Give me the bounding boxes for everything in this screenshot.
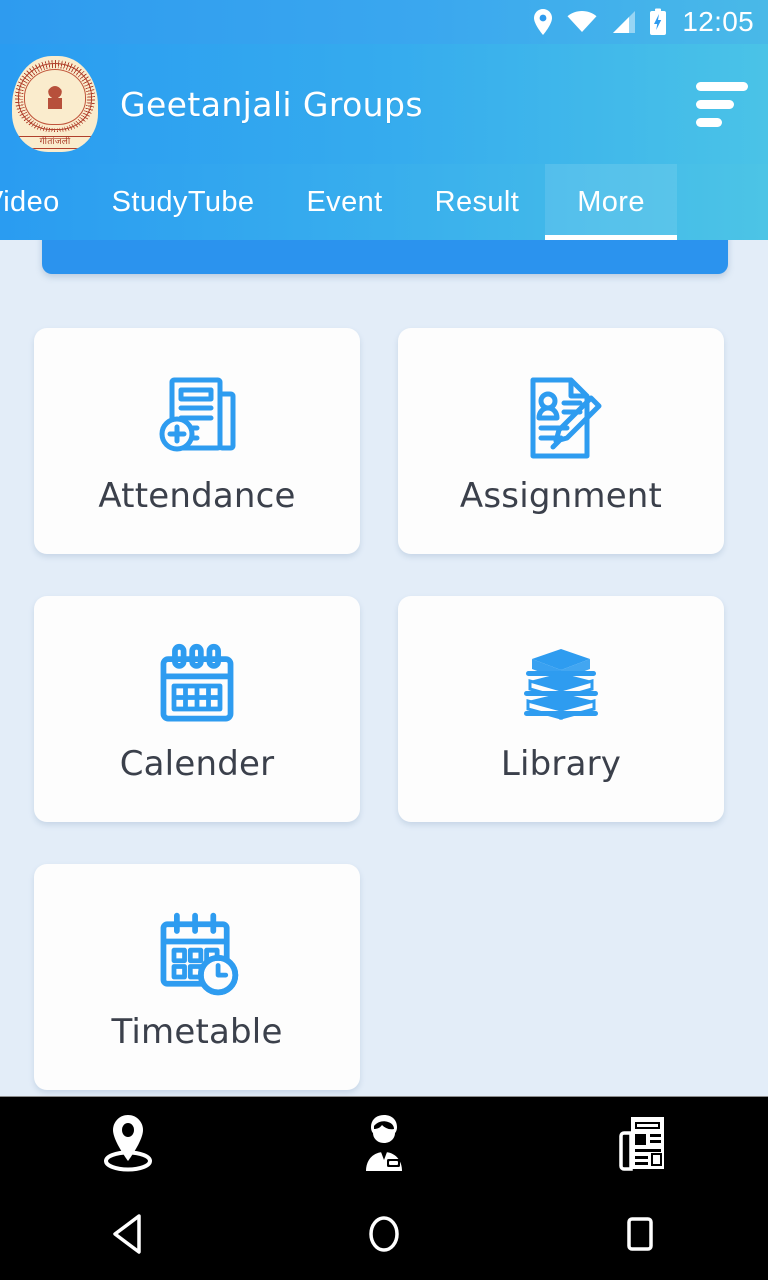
calendar-icon bbox=[151, 634, 243, 738]
main-content: Attendance Assignment Calender Library T… bbox=[0, 240, 768, 1096]
location-pin-icon bbox=[532, 8, 554, 36]
cellular-signal-icon bbox=[610, 10, 636, 34]
menu-card-library[interactable]: Library bbox=[398, 596, 724, 822]
newspaper-icon bbox=[611, 1113, 669, 1177]
menu-card-label: Calender bbox=[119, 744, 275, 784]
tab-result[interactable]: Result bbox=[409, 164, 546, 240]
tab-more[interactable]: More bbox=[545, 164, 677, 240]
bottom-nav-news[interactable] bbox=[512, 1113, 768, 1177]
battery-charging-icon bbox=[649, 8, 667, 36]
recents-square-icon bbox=[620, 1212, 660, 1260]
page-title: Geetanjali Groups bbox=[120, 84, 423, 124]
home-circle-icon bbox=[364, 1212, 404, 1260]
bottom-nav-bar bbox=[0, 1096, 768, 1192]
books-stack-icon bbox=[512, 634, 610, 738]
attendance-document-icon bbox=[149, 366, 245, 470]
promo-banner[interactable] bbox=[42, 240, 728, 274]
tab-event[interactable]: Event bbox=[280, 164, 408, 240]
tab-studytube[interactable]: StudyTube bbox=[86, 164, 281, 240]
geetanjali-logo: गीतांजली bbox=[12, 56, 98, 152]
menu-card-timetable[interactable]: Timetable bbox=[34, 864, 360, 1090]
logo-caption: गीतांजली bbox=[19, 136, 91, 149]
recents-button[interactable] bbox=[512, 1212, 768, 1260]
menu-card-assignment[interactable]: Assignment bbox=[398, 328, 724, 554]
menu-card-label: Attendance bbox=[98, 476, 296, 516]
location-pin-icon bbox=[99, 1112, 157, 1178]
teacher-person-icon bbox=[356, 1113, 412, 1177]
hamburger-menu-icon[interactable] bbox=[694, 78, 750, 130]
menu-card-attendance[interactable]: Attendance bbox=[34, 328, 360, 554]
menu-card-label: Timetable bbox=[111, 1012, 283, 1052]
bottom-nav-location[interactable] bbox=[0, 1112, 256, 1178]
timetable-clock-icon bbox=[149, 902, 245, 1006]
back-triangle-icon bbox=[108, 1212, 148, 1260]
menu-card-label: Library bbox=[500, 744, 622, 784]
wifi-icon bbox=[567, 10, 597, 34]
bottom-nav-teacher[interactable] bbox=[256, 1113, 512, 1177]
app-root: 12:05 गीतांजली Geetanjali Groups Video S… bbox=[0, 0, 768, 1280]
system-nav-bar bbox=[0, 1192, 768, 1280]
menu-grid: Attendance Assignment Calender Library T… bbox=[0, 328, 768, 1090]
tab-bar: Video StudyTube Event Result More bbox=[0, 164, 768, 240]
status-bar-clock: 12:05 bbox=[682, 6, 754, 37]
menu-card-calender[interactable]: Calender bbox=[34, 596, 360, 822]
back-button[interactable] bbox=[0, 1212, 256, 1260]
app-bar: गीतांजली Geetanjali Groups bbox=[0, 44, 768, 164]
home-button[interactable] bbox=[256, 1212, 512, 1260]
assignment-pencil-icon bbox=[513, 366, 609, 470]
menu-card-label: Assignment bbox=[459, 476, 663, 516]
tab-video[interactable]: Video bbox=[0, 164, 86, 240]
status-bar: 12:05 bbox=[0, 0, 768, 44]
